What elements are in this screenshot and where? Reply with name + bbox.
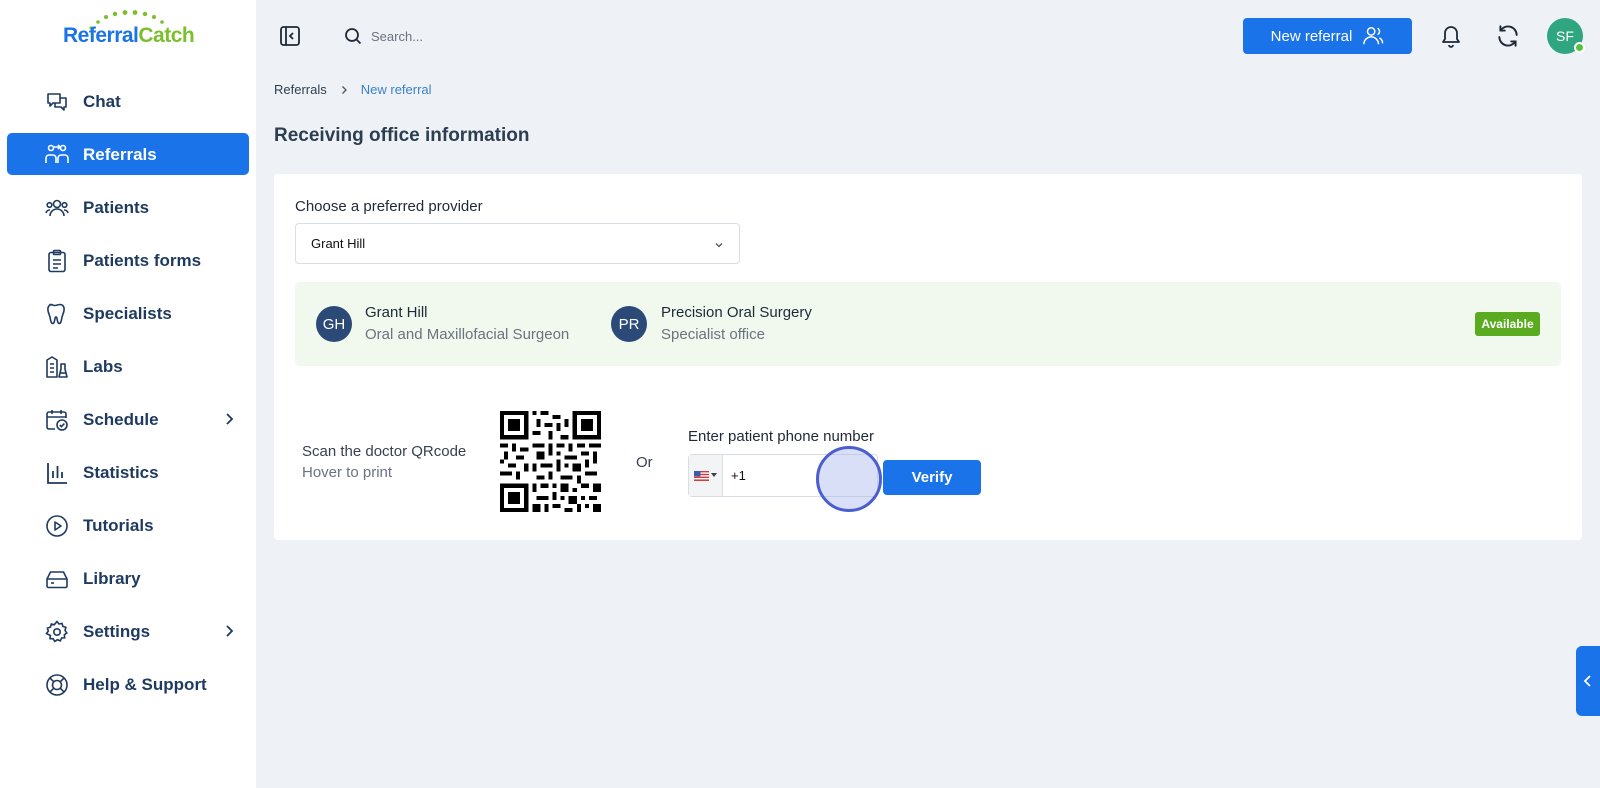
sidebar-nav: Chat Referrals Patients Patients forms S… (7, 80, 249, 716)
qr-instruction: Scan the doctor QRcode (302, 443, 467, 460)
chat-icon (47, 93, 67, 111)
user-avatar[interactable]: SF (1547, 18, 1585, 54)
search-icon (345, 28, 362, 45)
sidebar-item-labs[interactable]: Labs (7, 345, 249, 387)
clipboard-icon (48, 249, 66, 273)
phone-field (688, 454, 878, 497)
bell-icon[interactable] (1439, 23, 1463, 49)
sidebar-item-label: Help & Support (83, 675, 207, 694)
sidebar-item-label: Labs (83, 357, 123, 376)
sidebar-item-label: Tutorials (83, 516, 154, 535)
user-plus-icon (1363, 27, 1384, 45)
sidebar-item-label: Specialists (83, 304, 172, 323)
sidebar-toggle-icon[interactable] (278, 24, 302, 48)
chevron-right-icon (226, 413, 234, 425)
breadcrumb-referrals[interactable]: Referrals (274, 82, 327, 97)
logo-part2: Catch (138, 24, 195, 47)
verify-button[interactable]: Verify (883, 460, 981, 495)
calendar-check-icon (46, 410, 68, 431)
provider-selected-value: Grant Hill (311, 236, 366, 251)
chevron-left-icon (1583, 675, 1591, 687)
phone-label: Enter patient phone number (688, 428, 874, 445)
search-input[interactable] (371, 28, 611, 44)
office-type: Specialist office (661, 326, 765, 343)
country-code-select[interactable] (689, 455, 723, 496)
chevron-right-icon (341, 85, 347, 94)
sidebar-item-statistics[interactable]: Statistics (7, 451, 249, 493)
or-separator: Or (636, 454, 653, 471)
play-circle-icon (46, 515, 68, 537)
tooth-icon (47, 303, 65, 325)
page-title: Receiving office information (274, 125, 530, 146)
sidebar: ReferralCatch Chat Referrals Patients Pa… (0, 0, 256, 788)
status-badge: Available (1475, 312, 1540, 336)
side-panel-toggle[interactable] (1576, 646, 1600, 716)
labs-icon (46, 356, 68, 378)
receiving-office-card: Choose a preferred provider Grant Hill G… (274, 174, 1582, 540)
us-flag-icon (694, 470, 709, 481)
qr-hover-hint: Hover to print (302, 464, 393, 481)
gear-icon (45, 620, 68, 643)
sidebar-item-help-support[interactable]: Help & Support (7, 663, 249, 705)
doctor-role: Oral and Maxillofacial Surgeon (365, 326, 570, 343)
online-status-indicator (1574, 42, 1585, 53)
sidebar-item-library[interactable]: Library (7, 557, 249, 599)
logo-part1: Referral (63, 24, 139, 47)
sidebar-item-settings[interactable]: Settings (7, 610, 249, 652)
chevron-down-icon (715, 243, 723, 248)
logo-wordmark: ReferralCatch (63, 24, 195, 48)
caret-down-icon (711, 473, 717, 477)
refresh-icon[interactable] (1495, 23, 1521, 49)
sidebar-item-label: Chat (83, 92, 121, 111)
library-icon (46, 571, 68, 589)
provider-info-panel: GH Grant Hill Oral and Maxillofacial Sur… (295, 282, 1561, 366)
referrals-icon (45, 144, 69, 163)
sidebar-item-referrals[interactable]: Referrals (7, 133, 249, 175)
sidebar-item-chat[interactable]: Chat (7, 80, 249, 122)
new-referral-label: New referral (1270, 27, 1353, 45)
doctor-name: Grant Hill (365, 304, 428, 321)
provider-select[interactable]: Grant Hill (295, 223, 740, 264)
sidebar-item-patients[interactable]: Patients (7, 186, 249, 228)
sidebar-item-label: Patients forms (83, 251, 202, 270)
search-bar (343, 22, 643, 50)
sidebar-item-label: Library (83, 569, 141, 588)
chevron-right-icon (226, 625, 234, 637)
sidebar-item-specialists[interactable]: Specialists (7, 292, 249, 334)
lifebuoy-icon (46, 674, 68, 696)
sidebar-item-label: Settings (83, 622, 151, 641)
sidebar-item-label: Statistics (83, 463, 159, 482)
breadcrumb-new-referral: New referral (360, 82, 432, 97)
bar-chart-icon (47, 463, 67, 484)
phone-input[interactable] (731, 468, 861, 483)
sidebar-item-tutorials[interactable]: Tutorials (7, 504, 249, 546)
provider-label: Choose a preferred provider (295, 198, 483, 215)
new-referral-button[interactable]: New referral (1243, 18, 1412, 54)
sidebar-item-schedule[interactable]: Schedule (7, 398, 249, 440)
sidebar-item-patients-forms[interactable]: Patients forms (7, 239, 249, 281)
avatar-initials: SF (1556, 28, 1574, 44)
patients-icon (45, 199, 69, 217)
doctor-qr-code[interactable] (500, 411, 601, 512)
sidebar-item-label: Patients (83, 198, 150, 217)
office-name: Precision Oral Surgery (661, 304, 812, 321)
sidebar-item-label: Referrals (83, 145, 157, 164)
sidebar-item-label: Schedule (83, 410, 159, 429)
referralcatch-logo[interactable]: ReferralCatch (63, 10, 198, 52)
breadcrumb: Referrals New referral (274, 82, 432, 97)
office-initials-avatar: PR (611, 306, 647, 342)
doctor-initials-avatar: GH (316, 306, 352, 342)
